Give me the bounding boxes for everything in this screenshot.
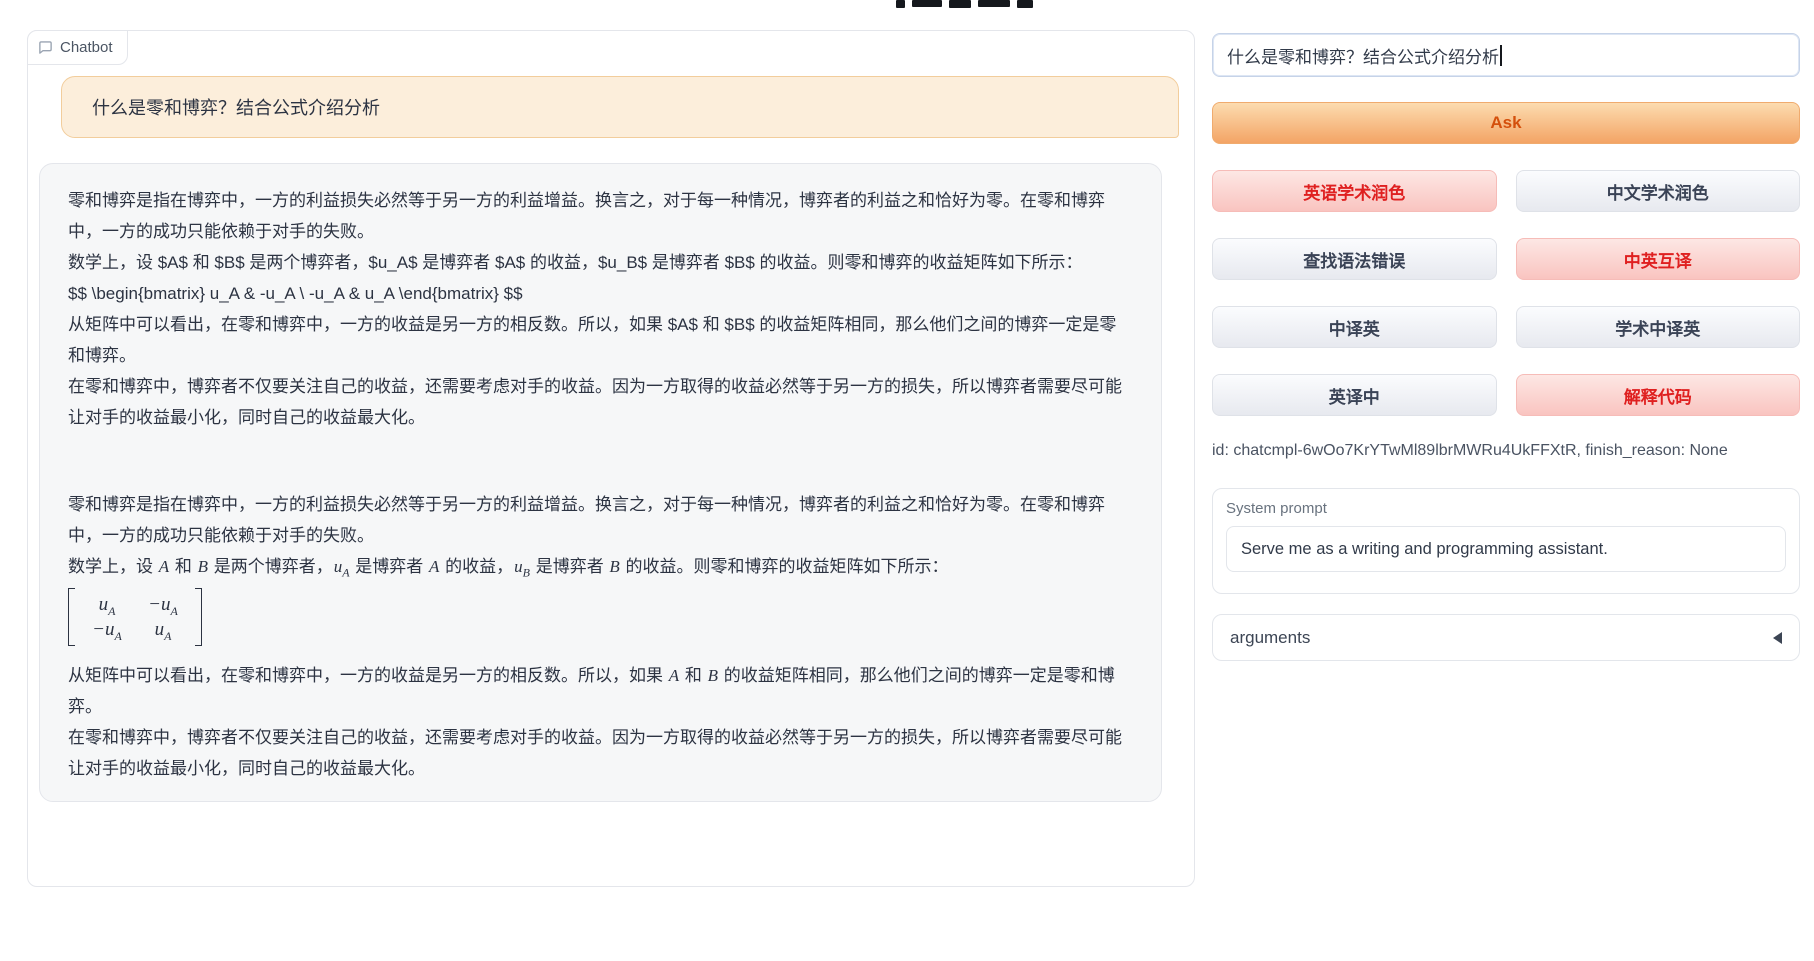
btn-zh-en-mutual-translate[interactable]: 中英互译 <box>1516 238 1801 280</box>
text-cursor <box>1500 45 1502 66</box>
system-prompt-panel: System prompt Serve me as a writing and … <box>1212 488 1800 594</box>
question-input-value: 什么是零和博弈？结合公式介绍分析 <box>1227 43 1499 68</box>
clipped-page-title <box>896 0 1033 9</box>
btn-find-grammar-errors[interactable]: 查找语法错误 <box>1212 238 1497 280</box>
rendered-intro: 零和博弈是指在博弈中，一方的利益损失必然等于另一方的利益增益。换言之，对于每一种… <box>68 489 1133 551</box>
chatbot-panel: Chatbot 什么是零和博弈？结合公式介绍分析 零和博弈是指在博弈中，一方的利… <box>27 30 1195 887</box>
rendered-outro: 在零和博弈中，博弈者不仅要关注自己的收益，还需要考虑对手的收益。因为一方取得的收… <box>68 722 1133 784</box>
btn-en-to-zh[interactable]: 英译中 <box>1212 374 1497 416</box>
system-prompt-label: System prompt <box>1226 500 1786 517</box>
control-panel: 什么是零和博弈？结合公式介绍分析 Ask 英语学术润色 中文学术润色 查找语法错… <box>1212 33 1800 661</box>
payoff-matrix: uA−uA−uAuA <box>68 588 1133 656</box>
rendered-math-sentence: 数学上，设 A 和 B 是两个博弈者，uA 是博弈者 A 的收益，uB 是博弈者… <box>68 551 1133 582</box>
btn-explain-code[interactable]: 解释代码 <box>1516 374 1801 416</box>
bot-message: 零和博弈是指在博弈中，一方的利益损失必然等于另一方的利益增益。换言之，对于每一种… <box>39 163 1162 802</box>
rendered-after-matrix: 从矩阵中可以看出，在零和博弈中，一方的收益是另一方的相反数。所以，如果 A 和 … <box>68 660 1133 722</box>
bot-message-rendered: 零和博弈是指在博弈中，一方的利益损失必然等于另一方的利益增益。换言之，对于每一种… <box>68 489 1133 784</box>
btn-zh-academic-polish[interactable]: 中文学术润色 <box>1516 170 1801 212</box>
arguments-accordion-label: arguments <box>1230 628 1310 648</box>
btn-en-academic-polish[interactable]: 英语学术润色 <box>1212 170 1497 212</box>
ask-button[interactable]: Ask <box>1212 102 1800 144</box>
chat-bubble-icon <box>38 40 53 55</box>
system-prompt-input[interactable]: Serve me as a writing and programming as… <box>1226 526 1786 572</box>
completion-status-line: id: chatcmpl-6wOo7KrYTwMl89lbrMWRu4UkFFX… <box>1212 442 1800 462</box>
arguments-accordion[interactable]: arguments <box>1212 614 1800 661</box>
collapse-arrow-icon <box>1773 632 1782 644</box>
btn-academic-zh-to-en[interactable]: 学术中译英 <box>1516 306 1801 348</box>
chatbot-label: Chatbot <box>27 30 128 65</box>
bot-message-raw-text: 零和博弈是指在博弈中，一方的利益损失必然等于另一方的利益增益。换言之，对于每一种… <box>68 185 1133 433</box>
btn-zh-to-en[interactable]: 中译英 <box>1212 306 1497 348</box>
quick-action-grid: 英语学术润色 中文学术润色 查找语法错误 中英互译 中译英 学术中译英 英译中 … <box>1212 170 1800 416</box>
chatbot-label-text: Chatbot <box>60 39 113 56</box>
message-list: 什么是零和博弈？结合公式介绍分析 零和博弈是指在博弈中，一方的利益损失必然等于另… <box>28 66 1194 802</box>
user-message: 什么是零和博弈？结合公式介绍分析 <box>61 76 1179 138</box>
question-input[interactable]: 什么是零和博弈？结合公式介绍分析 <box>1212 33 1800 77</box>
